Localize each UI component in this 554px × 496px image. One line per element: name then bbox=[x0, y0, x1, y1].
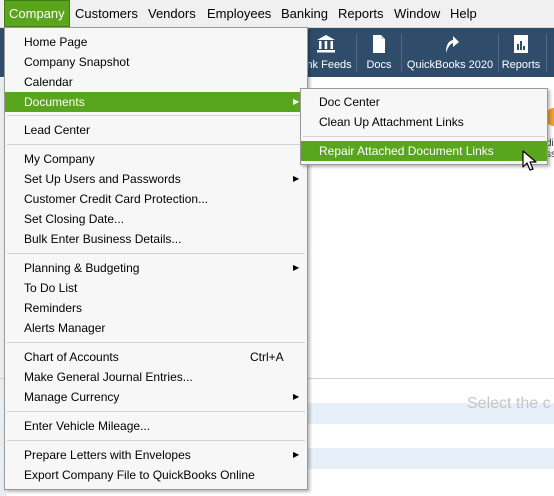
upgrade-arrow-icon bbox=[446, 36, 459, 53]
submenu-arrow-icon: ▶ bbox=[293, 263, 300, 272]
company-menu: Home Page Company Snapshot Calendar Docu… bbox=[4, 27, 308, 490]
menu-item-calendar[interactable]: Calendar bbox=[5, 72, 307, 92]
menu-separator bbox=[303, 136, 545, 137]
menu-separator bbox=[7, 253, 305, 254]
menu-item-label: Alerts Manager bbox=[24, 321, 106, 335]
submenu-arrow-icon: ▶ bbox=[293, 450, 300, 459]
submenu-item-repair-links[interactable]: Repair Attached Document Links bbox=[301, 141, 547, 161]
menu-employees[interactable]: Employees bbox=[207, 0, 271, 27]
menu-item-label: Chart of Accounts bbox=[24, 350, 119, 364]
menu-item-vehicle-mileage[interactable]: Enter Vehicle Mileage... bbox=[5, 416, 307, 436]
toolbar-docs-label: Docs bbox=[366, 59, 392, 71]
menu-item-label: Manage Currency bbox=[24, 390, 120, 404]
toolbar-separator bbox=[356, 34, 357, 72]
menu-item-label: Company Snapshot bbox=[24, 55, 130, 69]
menu-window[interactable]: Window bbox=[394, 0, 440, 27]
menu-item-alerts-manager[interactable]: Alerts Manager bbox=[5, 318, 307, 338]
menu-item-reminders[interactable]: Reminders bbox=[5, 298, 307, 318]
menu-item-label: Export Company File to QuickBooks Online bbox=[24, 468, 255, 482]
menu-item-label: Documents bbox=[24, 95, 85, 109]
menu-item-planning-budgeting[interactable]: Planning & Budgeting ▶ bbox=[5, 258, 307, 278]
menu-item-home-page[interactable]: Home Page bbox=[5, 32, 307, 52]
menu-item-label: Prepare Letters with Envelopes bbox=[24, 448, 191, 462]
menu-item-customer-cc-protection[interactable]: Customer Credit Card Protection... bbox=[5, 189, 307, 209]
menu-separator bbox=[7, 115, 305, 116]
submenu-item-clean-up-links[interactable]: Clean Up Attachment Links bbox=[301, 112, 547, 132]
menu-item-manage-currency[interactable]: Manage Currency ▶ bbox=[5, 387, 307, 407]
menu-item-label: My Company bbox=[24, 152, 95, 166]
submenu-item-label: Repair Attached Document Links bbox=[319, 144, 494, 158]
menu-item-lead-center[interactable]: Lead Center bbox=[5, 120, 307, 140]
menu-item-chart-of-accounts[interactable]: Chart of Accounts Ctrl+A bbox=[5, 347, 307, 367]
reports-icon bbox=[514, 35, 528, 53]
menu-banking[interactable]: Banking bbox=[281, 0, 328, 27]
menu-item-documents[interactable]: Documents ▶ bbox=[5, 92, 307, 112]
menu-help[interactable]: Help bbox=[450, 0, 477, 27]
documents-submenu: Doc Center Clean Up Attachment Links Rep… bbox=[300, 88, 548, 165]
toolbar-reports[interactable]: Reports bbox=[500, 28, 542, 77]
menu-vendors[interactable]: Vendors bbox=[148, 0, 196, 27]
mouse-cursor-icon bbox=[522, 150, 537, 171]
menu-item-label: Enter Vehicle Mileage... bbox=[24, 419, 151, 433]
docs-icon bbox=[373, 35, 385, 53]
toolbar-separator bbox=[546, 34, 547, 72]
bank-icon bbox=[317, 35, 335, 53]
toolbar-reports-label: Reports bbox=[501, 59, 541, 71]
menu-separator bbox=[7, 342, 305, 343]
submenu-item-doc-center[interactable]: Doc Center bbox=[301, 92, 547, 112]
menu-item-to-do-list[interactable]: To Do List bbox=[5, 278, 307, 298]
toolbar-separator bbox=[498, 34, 499, 72]
menu-separator bbox=[7, 440, 305, 441]
menu-item-label: To Do List bbox=[24, 281, 78, 295]
submenu-item-label: Clean Up Attachment Links bbox=[319, 115, 464, 129]
menu-item-my-company[interactable]: My Company bbox=[5, 149, 307, 169]
menu-item-label: Bulk Enter Business Details... bbox=[24, 232, 182, 246]
menu-item-prepare-letters[interactable]: Prepare Letters with Envelopes ▶ bbox=[5, 445, 307, 465]
menu-item-set-closing-date[interactable]: Set Closing Date... bbox=[5, 209, 307, 229]
submenu-arrow-icon: ▶ bbox=[293, 174, 300, 183]
menu-item-label: Customer Credit Card Protection... bbox=[24, 192, 209, 206]
menu-company[interactable]: Company bbox=[4, 0, 70, 27]
menu-reports[interactable]: Reports bbox=[338, 0, 384, 27]
menu-item-set-up-users[interactable]: Set Up Users and Passwords ▶ bbox=[5, 169, 307, 189]
menu-item-bulk-enter[interactable]: Bulk Enter Business Details... bbox=[5, 229, 307, 249]
submenu-arrow-icon: ▶ bbox=[293, 392, 300, 401]
menu-item-label: Calendar bbox=[24, 75, 73, 89]
submenu-arrow-icon: ▶ bbox=[293, 97, 300, 106]
menu-item-label: Home Page bbox=[24, 35, 88, 49]
menu-item-label: Set Closing Date... bbox=[24, 212, 125, 226]
menu-item-label: Lead Center bbox=[24, 123, 91, 137]
menu-item-label: Planning & Budgeting bbox=[24, 261, 140, 275]
shortcut-label: Ctrl+A bbox=[250, 350, 284, 364]
toolbar-separator bbox=[401, 34, 402, 72]
menu-item-export-company-file[interactable]: Export Company File to QuickBooks Online bbox=[5, 465, 307, 485]
menu-separator bbox=[7, 411, 305, 412]
toolbar-docs[interactable]: Docs bbox=[360, 28, 398, 77]
menu-customers[interactable]: Customers bbox=[75, 0, 138, 27]
menu-separator bbox=[7, 144, 305, 145]
toolbar-quickbooks-2020[interactable]: QuickBooks 2020 bbox=[404, 28, 496, 77]
toolbar-quickbooks-2020-label: QuickBooks 2020 bbox=[406, 59, 494, 71]
menu-item-label: Make General Journal Entries... bbox=[24, 370, 193, 384]
select-placeholder-text: Select the c bbox=[467, 395, 551, 412]
submenu-item-label: Doc Center bbox=[319, 95, 380, 109]
menu-item-general-journal[interactable]: Make General Journal Entries... bbox=[5, 367, 307, 387]
menu-item-label: Reminders bbox=[24, 301, 83, 315]
menu-item-label: Set Up Users and Passwords bbox=[24, 172, 181, 186]
menu-bar: Company Customers Vendors Employees Bank… bbox=[0, 0, 554, 28]
menu-item-company-snapshot[interactable]: Company Snapshot bbox=[5, 52, 307, 72]
